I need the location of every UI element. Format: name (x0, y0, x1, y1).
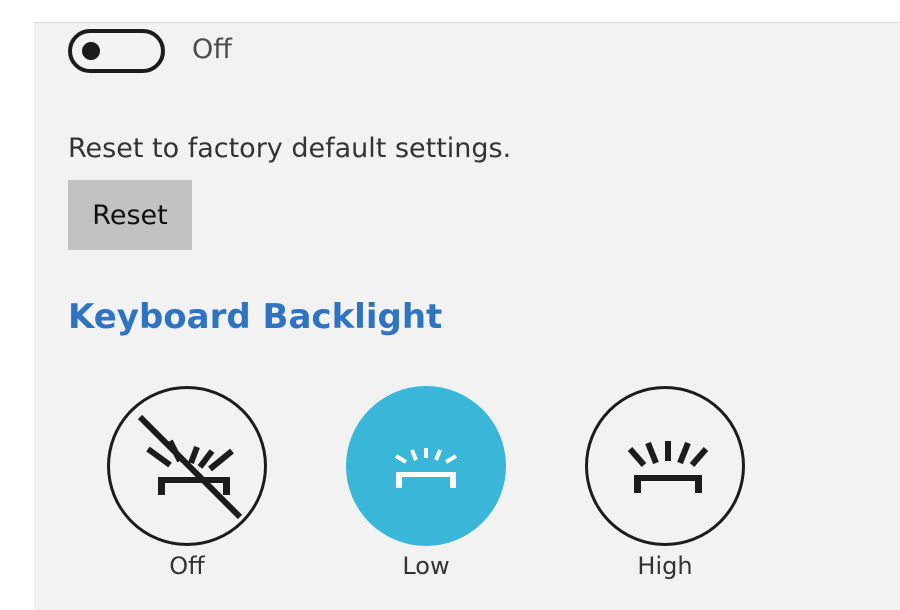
keyboard-backlight-off-icon (137, 414, 243, 520)
backlight-option-label: High (637, 552, 693, 580)
backlight-option-label: Low (402, 552, 450, 580)
backlight-option-high[interactable]: High (585, 386, 745, 586)
backlight-option-off[interactable]: Off (107, 386, 267, 586)
backlight-option-label: Off (169, 552, 205, 580)
toggle-state-label: Off (192, 34, 232, 65)
keyboard-backlight-low-icon (394, 448, 458, 488)
backlight-low-circle (346, 386, 506, 546)
reset-button[interactable]: Reset (68, 180, 192, 250)
backlight-option-low[interactable]: Low (346, 386, 506, 586)
toggle-knob (82, 42, 100, 60)
backlight-off-circle (107, 386, 267, 546)
toggle-switch[interactable] (68, 29, 165, 73)
keyboard-backlight-title: Keyboard Backlight (68, 297, 443, 337)
keyboard-backlight-high-icon (627, 441, 709, 493)
reset-description: Reset to factory default settings. (68, 133, 512, 164)
backlight-high-circle (585, 386, 745, 546)
